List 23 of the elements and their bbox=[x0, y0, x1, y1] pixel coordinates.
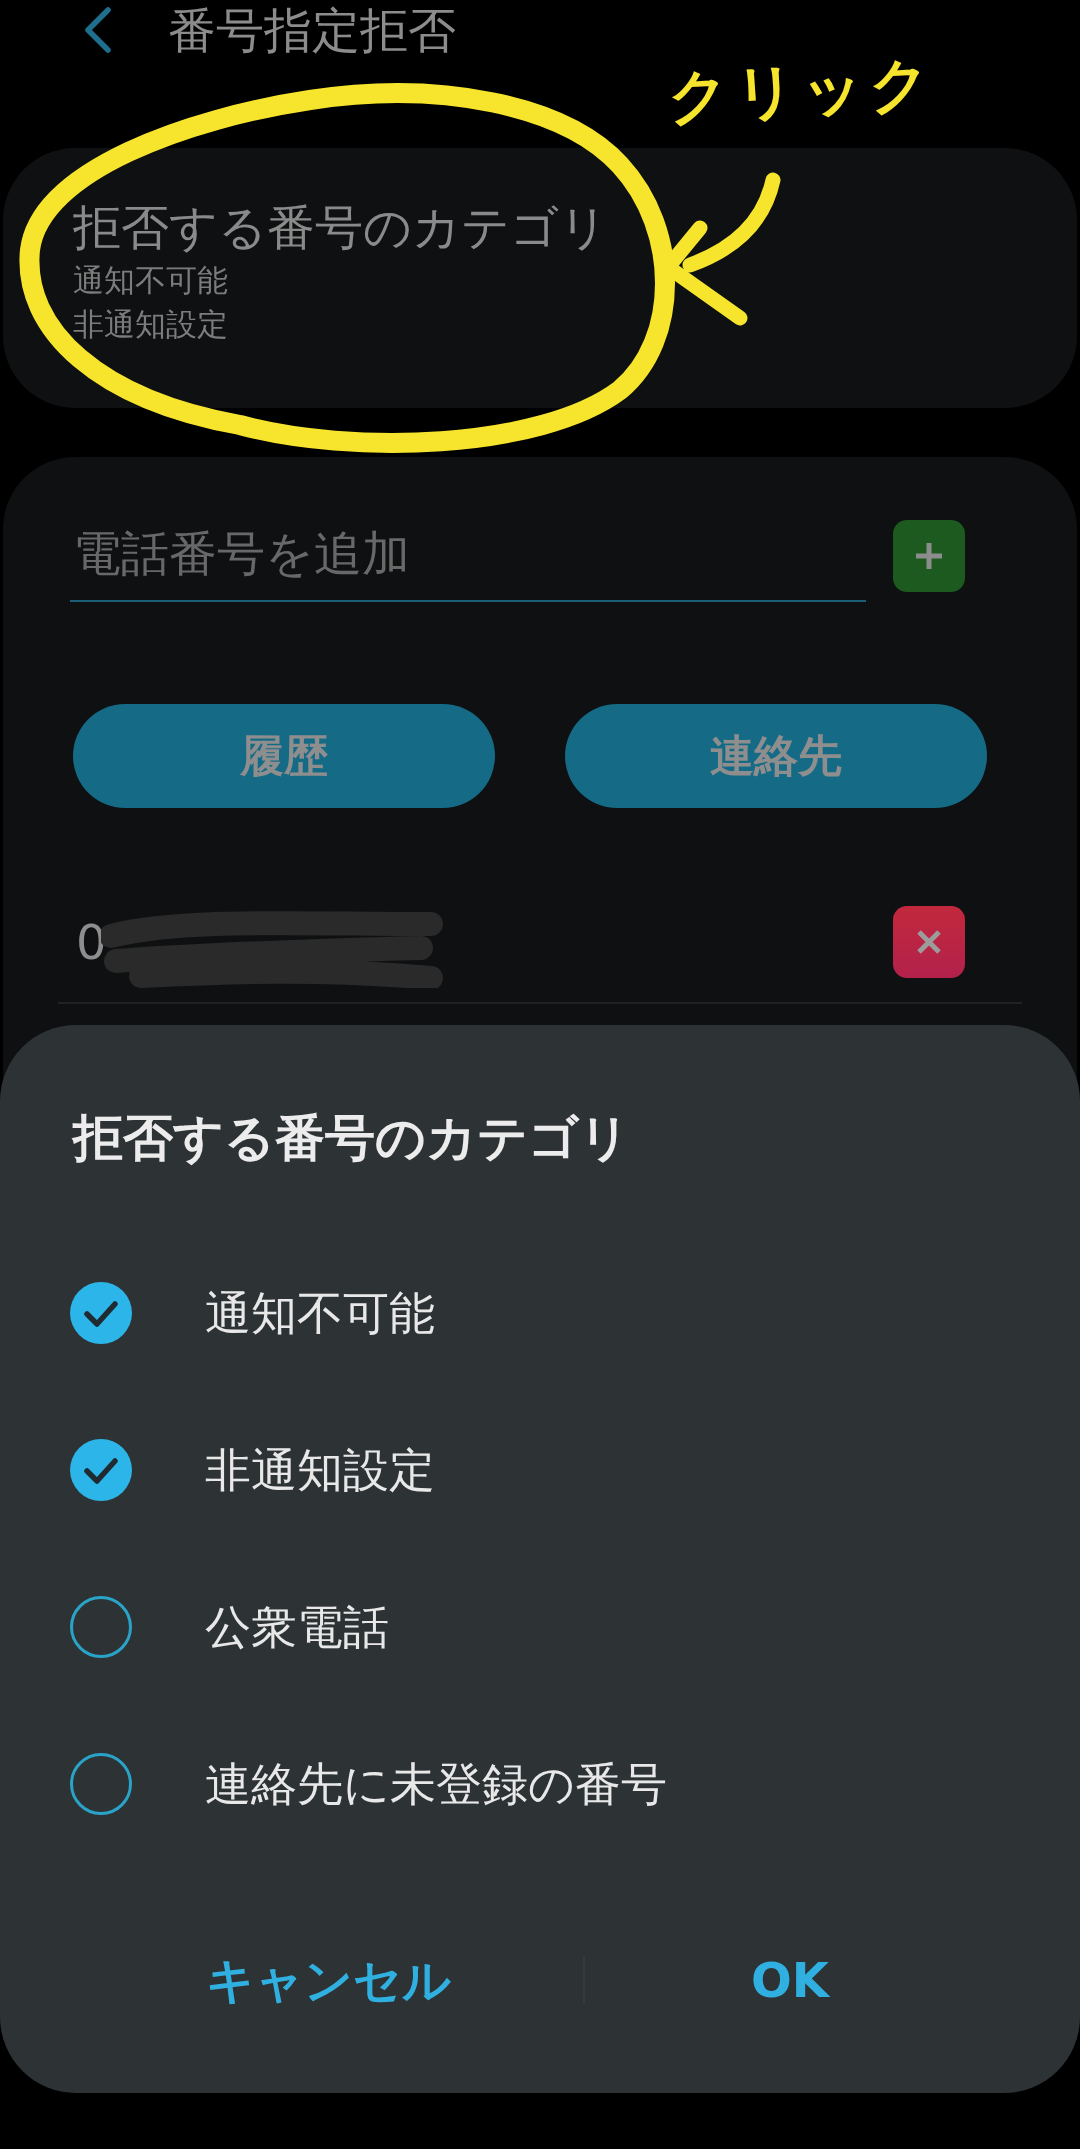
category-summary: 通知不可能 bbox=[73, 261, 228, 300]
checkbox[interactable] bbox=[70, 1438, 132, 1501]
category-summary: 非通知設定 bbox=[73, 305, 228, 344]
option-label[interactable]: 非通知設定 bbox=[205, 1439, 435, 1500]
checkbox[interactable] bbox=[70, 1595, 132, 1658]
handwritten-note: クリック bbox=[665, 47, 939, 134]
category-title: 拒否する番号のカテゴリ bbox=[73, 198, 608, 257]
plus-icon bbox=[914, 541, 944, 571]
checkbox[interactable] bbox=[70, 1752, 132, 1815]
cancel-button[interactable]: キャンセル bbox=[73, 1930, 583, 2030]
back-icon[interactable] bbox=[84, 7, 112, 53]
checkbox[interactable] bbox=[70, 1281, 132, 1344]
ok-button[interactable]: OK bbox=[585, 1930, 995, 2030]
phone-number-field[interactable]: 電話番号を追加 bbox=[70, 505, 866, 602]
close-icon bbox=[916, 929, 942, 955]
option-label[interactable]: 連絡先に未登録の番号 bbox=[205, 1753, 667, 1814]
delete-button[interactable] bbox=[893, 906, 965, 978]
page-title: 番号指定拒否 bbox=[168, 1, 456, 60]
option-label[interactable]: 公衆電話 bbox=[205, 1596, 389, 1657]
dialog-title: 拒否する番号のカテゴリ bbox=[73, 1108, 630, 1169]
category-card[interactable]: 拒否する番号のカテゴリ 通知不可能 非通知設定 bbox=[3, 148, 1077, 408]
option-label[interactable]: 通知不可能 bbox=[205, 1282, 435, 1343]
add-button[interactable] bbox=[893, 520, 965, 592]
